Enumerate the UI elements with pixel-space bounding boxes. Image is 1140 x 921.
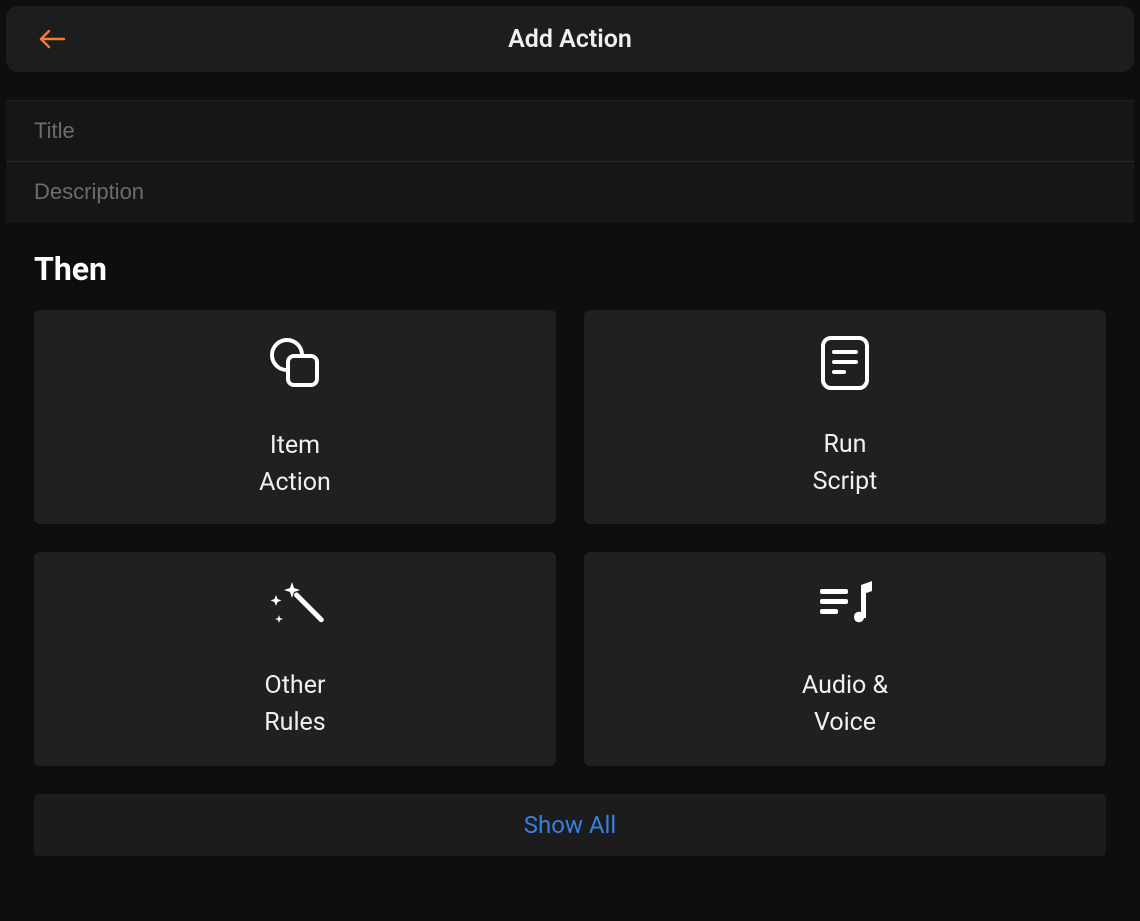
card-audio-voice[interactable]: Audio & Voice: [584, 552, 1106, 766]
script-icon: [819, 334, 871, 396]
show-all-button[interactable]: Show All: [34, 794, 1106, 856]
cards-grid: Item Action Run Script: [6, 310, 1134, 766]
card-item-action[interactable]: Item Action: [34, 310, 556, 524]
music-icon: [814, 577, 876, 637]
show-all-label: Show All: [524, 811, 616, 839]
description-input[interactable]: [34, 179, 1106, 205]
section-title-then: Then: [6, 222, 1134, 310]
input-block: [6, 100, 1134, 222]
page-title: Add Action: [6, 25, 1134, 54]
card-label: Other Rules: [264, 667, 325, 742]
header-bar: Add Action: [6, 6, 1134, 72]
card-label: Item Action: [259, 427, 331, 502]
back-button[interactable]: [38, 25, 66, 53]
description-row: [6, 161, 1134, 221]
card-other-rules[interactable]: Other Rules: [34, 552, 556, 766]
title-input[interactable]: [34, 118, 1106, 144]
arrow-left-icon: [38, 28, 66, 50]
squares-icon: [265, 333, 325, 397]
card-label: Audio & Voice: [802, 667, 888, 742]
card-label: Run Script: [813, 426, 878, 501]
title-row: [6, 101, 1134, 161]
card-run-script[interactable]: Run Script: [584, 310, 1106, 524]
wand-icon: [264, 577, 326, 637]
